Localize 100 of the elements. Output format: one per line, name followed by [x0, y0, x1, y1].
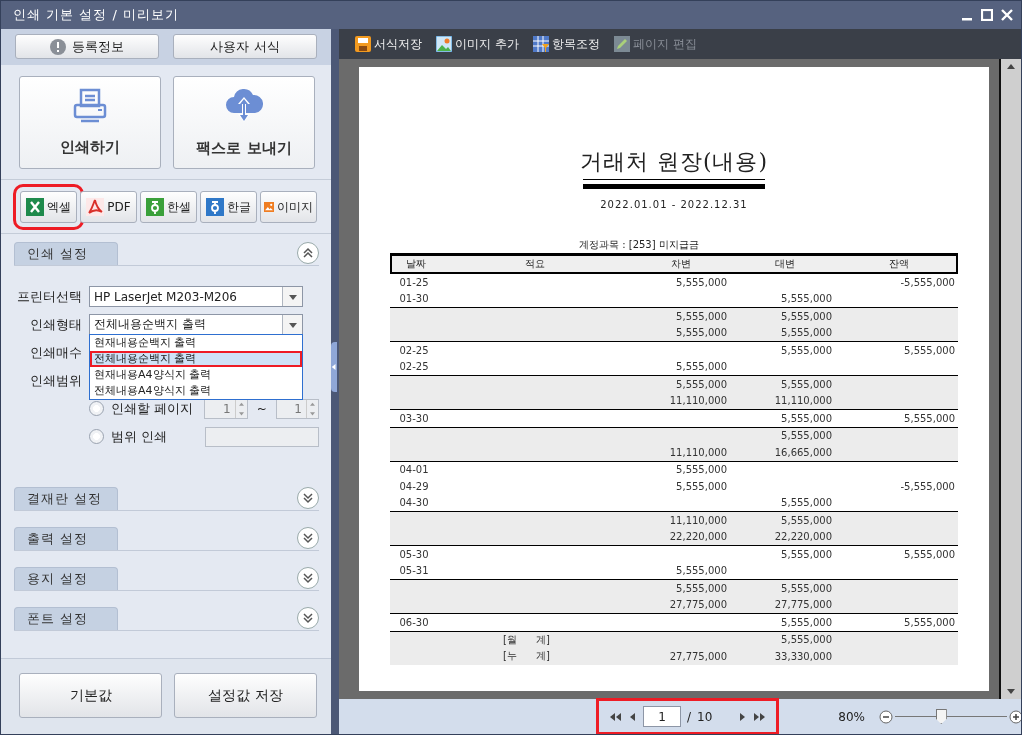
expand-button[interactable] — [297, 487, 319, 509]
radio-button[interactable] — [89, 401, 104, 416]
table-cell: 22,220,000 — [774, 531, 832, 543]
page-field[interactable]: 1 — [643, 706, 681, 727]
table-cell: 05-31 — [399, 565, 429, 577]
table-cell: 01-25 — [399, 276, 429, 288]
report-period: 2022.01.01 - 2022.12.31 — [600, 199, 748, 210]
table-cell: 27,775,000 — [669, 650, 727, 662]
table-cell: 5,555,000 — [676, 310, 727, 322]
zoom-out-icon[interactable] — [879, 709, 893, 724]
expand-button[interactable] — [297, 607, 319, 629]
action-button[interactable]: 팩스로 보내기 — [173, 76, 315, 169]
table-cell: 16,665,000 — [774, 446, 832, 458]
page-separator: / — [687, 709, 692, 724]
zoom-in-icon[interactable] — [1009, 709, 1021, 724]
toolbar-button[interactable]: 등록정보 — [15, 34, 159, 59]
table-cell: 06-30 — [399, 616, 429, 628]
field-label: 인쇄형태 — [29, 315, 82, 334]
close-icon[interactable] — [1001, 9, 1013, 21]
table-cell: 5,555,000 — [781, 582, 832, 594]
export-button[interactable]: 이미지 — [260, 191, 317, 223]
field-label: 프린터선택 — [16, 287, 82, 306]
table-cell: 05-30 — [399, 548, 429, 560]
caret-icon — [629, 712, 637, 721]
table-cell: 5,555,000 — [781, 616, 832, 628]
page-spinner[interactable]: 1 — [275, 398, 319, 419]
printer-select[interactable]: HP LaserJet M203-M206 — [89, 286, 303, 307]
radio-button[interactable] — [89, 429, 104, 444]
table-cell: -5,555,000 — [900, 276, 955, 288]
slider-thumb[interactable] — [935, 709, 947, 724]
expand-button[interactable] — [297, 567, 319, 589]
footer-button[interactable]: 설정값 저장 — [174, 673, 317, 718]
table-cell: 27,775,000 — [669, 599, 727, 611]
field-label: 인쇄매수 — [29, 343, 82, 362]
scrollbar[interactable] — [999, 59, 1021, 699]
table-icon — [532, 36, 549, 52]
document-icon — [146, 198, 164, 216]
table-cell: 5,555,000 — [676, 480, 727, 492]
column-header: 날짜 — [405, 257, 427, 271]
table-cell: 11,110,000 — [669, 446, 727, 458]
print-mode-select[interactable]: 전체내용순백지 출력 — [89, 314, 303, 335]
double-chevron-down-icon — [302, 532, 314, 544]
column-header: 대변 — [773, 257, 796, 271]
last-page-button[interactable] — [752, 712, 767, 721]
toolbar-button[interactable]: 이미지 추가 — [436, 35, 519, 53]
section-tab[interactable]: 결재란 설정 — [14, 487, 118, 510]
caret-icon — [738, 712, 747, 721]
footer-button[interactable]: 기본값 — [19, 673, 162, 718]
table-cell: 04-30 — [399, 497, 429, 509]
section-tab[interactable]: 용지 설정 — [14, 567, 118, 590]
radio-label: 범위 인쇄 — [111, 427, 169, 446]
splitter-handle[interactable] — [331, 341, 337, 392]
toolbar-button[interactable]: 항목조정 — [532, 35, 600, 53]
dropdown-option[interactable]: 전체내용순백지 출력 — [90, 351, 302, 367]
column-header: 적요 — [524, 257, 546, 271]
dropdown-icon — [288, 320, 297, 329]
section-tab[interactable]: 출력 설정 — [14, 527, 118, 550]
table-cell: 5,555,000 — [676, 378, 727, 390]
table-cell: 5,555,000 — [904, 344, 955, 356]
maximize-icon[interactable] — [981, 9, 993, 21]
table-cell: 04-01 — [399, 464, 429, 476]
export-button[interactable]: 한글 — [200, 191, 257, 223]
radio-label: 인쇄할 페이지 — [111, 399, 195, 418]
table-cell: 22,220,000 — [669, 531, 727, 543]
image-icon — [436, 36, 452, 52]
table-cell: 5,555,000 — [781, 497, 832, 509]
double-chevron-down-icon — [302, 572, 314, 584]
down-icon — [310, 410, 315, 416]
page-spinner[interactable]: 1 — [204, 398, 248, 419]
zoom-reading: 80% — [838, 709, 865, 724]
down-icon — [238, 410, 244, 416]
up-icon — [310, 401, 315, 407]
section-tab[interactable]: 인쇄 설정 — [14, 242, 118, 265]
next-page-button[interactable] — [738, 712, 747, 721]
table-cell-text: [누 계] — [502, 650, 550, 662]
action-button[interactable]: 인쇄하기 — [19, 76, 161, 169]
table-cell: 5,555,000 — [904, 412, 955, 424]
table-cell: 11,110,000 — [774, 395, 832, 407]
page-total: 10 — [697, 709, 713, 724]
section-tab[interactable]: 폰트 설정 — [14, 607, 118, 630]
table-cell: 5,555,000 — [781, 514, 832, 526]
expand-button[interactable] — [297, 527, 319, 549]
collapse-button[interactable] — [297, 242, 319, 264]
table-cell: 11,110,000 — [669, 514, 727, 526]
printer-icon — [72, 88, 108, 124]
toolbar-button[interactable]: 사용자 서식 — [173, 34, 317, 59]
export-button[interactable]: 한셀 — [140, 191, 197, 223]
scroll-down-icon — [1007, 687, 1015, 695]
previous-page-button[interactable] — [629, 712, 637, 721]
table-cell: 5,555,000 — [781, 412, 832, 424]
scroll-up-icon — [1007, 63, 1015, 71]
table-cell: 11,110,000 — [669, 395, 727, 407]
table-cell: 02-25 — [399, 361, 429, 373]
spreadsheet-icon — [26, 198, 44, 216]
toolbar-button[interactable]: 서식저장 — [355, 35, 422, 53]
report-title: 거래처 원장(내용) — [579, 148, 769, 176]
document-icon — [206, 198, 224, 216]
first-page-button[interactable] — [609, 712, 623, 721]
range-field[interactable] — [205, 426, 319, 447]
export-button[interactable]: PDF — [80, 191, 137, 223]
